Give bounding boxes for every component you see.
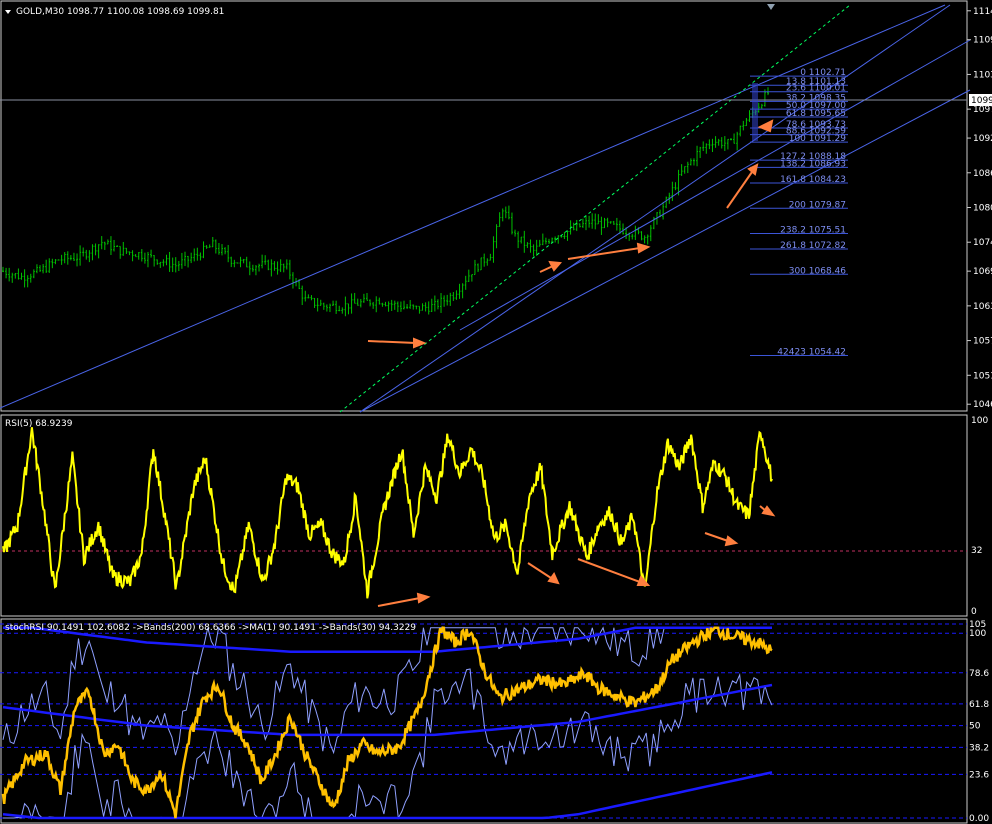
- price-tick-label: 1080: [973, 204, 992, 214]
- stochrsi-tick-label: 78.6: [969, 669, 989, 679]
- price-tick-label: 1057: [973, 337, 992, 347]
- stochrsi-tick-label: 50: [969, 722, 981, 732]
- stochrsi-title: stochRSI 90.1491 102.6082 ->Bands(200) 6…: [5, 623, 416, 633]
- stochrsi-tick-label: 61.8: [969, 700, 989, 710]
- rsi-tick-label: 0: [971, 607, 977, 617]
- fib-range-box: [752, 83, 758, 141]
- fib-level-label: 61.8 1095.65: [786, 109, 846, 119]
- rsi-tick-label: 32: [971, 546, 982, 556]
- price-tick-label: 1086: [973, 169, 992, 179]
- rsi-tick-label: 100: [971, 416, 988, 426]
- fib-level-label: 42423 1054.42: [777, 347, 846, 357]
- fib-level-label: 261.8 1072.82: [780, 241, 846, 251]
- price-tick-label: 1063: [973, 302, 992, 312]
- stochrsi-tick-label: 100: [969, 629, 986, 639]
- fib-level-label: 200 1079.87: [789, 200, 846, 210]
- main-title: GOLD,M30 1098.77 1100.08 1098.69 1099.81: [16, 7, 224, 17]
- fib-level-label: 238.2 1075.51: [780, 225, 846, 235]
- price-tick-label: 1097: [973, 105, 992, 115]
- trading-chart: 0 1102.7113.8 1101.1323.6 1100.0138.2 10…: [0, 0, 992, 824]
- price-tick-label: 1074: [973, 238, 992, 248]
- price-tick-label: 1114: [973, 7, 992, 17]
- price-tick-label: 1051: [973, 371, 992, 381]
- fib-level-label: 100 1091.29: [789, 134, 847, 144]
- price-tick-label: 1046: [973, 400, 992, 410]
- fib-level-label: 138.2 1086.93: [780, 159, 846, 169]
- fib-level-label: 161.8 1084.23: [780, 175, 846, 185]
- stochrsi-tick-label: 38.2: [969, 743, 989, 753]
- price-tick-label: 1103: [973, 70, 992, 80]
- stochrsi-tick-label: 23.6: [969, 770, 989, 780]
- fib-level-label: 300 1068.46: [789, 266, 847, 276]
- current-price-label: 1099: [971, 96, 992, 106]
- price-tick-label: 1069: [973, 267, 992, 277]
- stochrsi-tick-label: 0.00: [969, 814, 989, 824]
- fib-level-label: 23.6 1100.01: [786, 84, 846, 94]
- price-tick-label: 1109: [973, 36, 992, 46]
- price-tick-label: 1092: [973, 134, 992, 144]
- rsi-title: RSI(5) 68.9239: [5, 419, 73, 429]
